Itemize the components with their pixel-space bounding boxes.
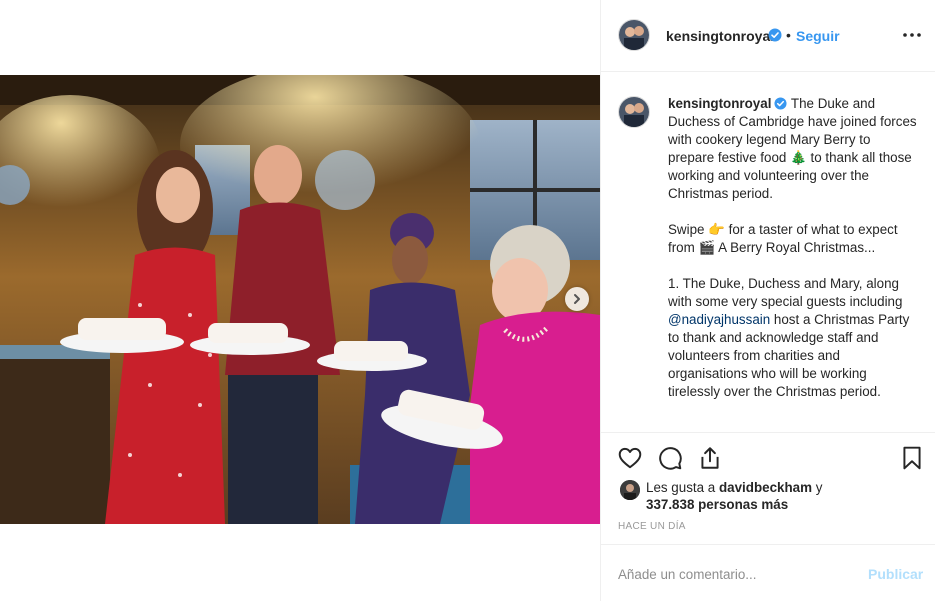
caption-author-avatar[interactable] [618, 96, 650, 128]
pointing-right-emoji: 👉 [708, 222, 725, 237]
liker-username[interactable]: davidbeckham [719, 480, 812, 495]
comment-input[interactable] [618, 564, 848, 584]
caption-section: kensingtonroyal The Duke and Duchess of … [601, 72, 935, 432]
avatar-photo [619, 97, 649, 127]
liker-avatar[interactable] [620, 480, 640, 500]
instagram-post: kensingtonroyal • Seguir kensingtonroyal… [0, 0, 935, 601]
caption-username[interactable]: kensingtonroyal [668, 96, 771, 111]
chevron-right-icon [574, 294, 580, 304]
clapper-board-emoji: 🎬 [698, 240, 716, 255]
photo-illustration [0, 75, 600, 524]
avatar-photo [620, 480, 640, 500]
likes-prefix: Les gusta a [646, 480, 719, 495]
post-sidebar: kensingtonroyal • Seguir kensingtonroyal… [600, 0, 935, 601]
verified-badge-icon [768, 28, 782, 42]
likes-count[interactable]: 337.838 personas más [646, 496, 788, 514]
more-options-icon[interactable] [902, 27, 922, 43]
post-timestamp[interactable]: Hace un día [618, 521, 686, 532]
follow-button[interactable]: Seguir [796, 28, 840, 44]
heart-icon[interactable] [617, 445, 643, 471]
post-photo[interactable] [0, 75, 600, 524]
caption-text-3: 1. The Duke, Duchess and Mary, along wit… [668, 276, 907, 309]
author-username[interactable]: kensingtonroyal [666, 28, 774, 44]
post-header: kensingtonroyal • Seguir [601, 0, 935, 72]
publish-button[interactable]: Publicar [868, 566, 923, 582]
action-bar [601, 432, 935, 480]
comment-bubble-icon[interactable] [657, 445, 683, 471]
caption-text-2: Swipe [668, 222, 709, 237]
avatar-photo [619, 20, 649, 50]
likes-summary: Les gusta a davidbeckham y [646, 479, 822, 497]
bookmark-icon[interactable] [899, 445, 925, 471]
likes-section: Les gusta a davidbeckham y 337.838 perso… [601, 478, 935, 518]
likes-suffix: y [812, 480, 823, 495]
christmas-tree-emoji: 🎄 [790, 150, 807, 165]
header-separator: • [786, 27, 791, 43]
verified-badge-icon [774, 97, 787, 110]
next-slide-button[interactable] [565, 287, 589, 311]
share-icon[interactable] [697, 445, 723, 471]
post-media [0, 0, 600, 601]
mention-link[interactable]: @nadiyajhussain [668, 312, 770, 327]
post-caption: kensingtonroyal The Duke and Duchess of … [668, 95, 920, 401]
author-avatar[interactable] [618, 19, 650, 51]
comment-form: Publicar [601, 544, 935, 601]
caption-text-2-end: A Berry Royal Christmas... [715, 240, 876, 255]
